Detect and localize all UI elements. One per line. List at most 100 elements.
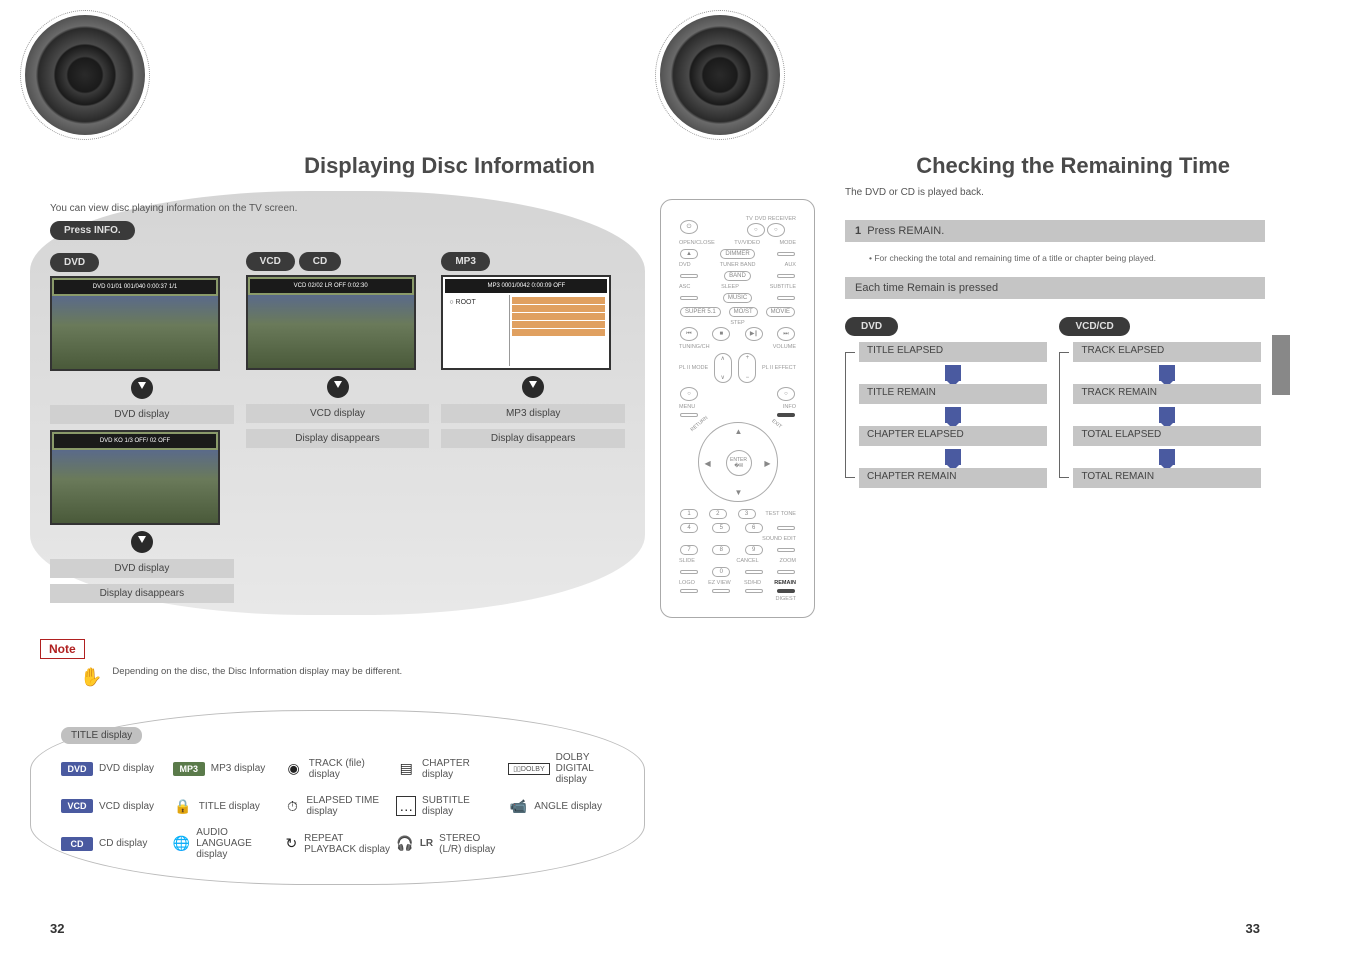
note-text: ✋ Depending on the disc, the Disc Inform… bbox=[80, 665, 655, 690]
dpad-down[interactable]: ▼ bbox=[735, 488, 743, 497]
sdhd-label: SD/HD bbox=[744, 580, 761, 586]
music-button[interactable]: MUSIC bbox=[723, 293, 752, 303]
next-button[interactable]: ⏭ bbox=[777, 327, 795, 341]
num6-button[interactable]: 6 bbox=[745, 523, 763, 533]
sdhd-button[interactable] bbox=[745, 589, 763, 593]
seq-item: TITLE ELAPSED bbox=[859, 342, 1047, 362]
remain-button[interactable] bbox=[777, 589, 795, 593]
down-arrow-icon bbox=[131, 531, 153, 553]
num1-button[interactable]: 1 bbox=[680, 509, 698, 519]
down-arrow-icon bbox=[522, 376, 544, 398]
note-content: Depending on the disc, the Disc Informat… bbox=[112, 665, 402, 690]
legend-elapsed: ELAPSED TIME display bbox=[306, 795, 390, 817]
info-label: INFO bbox=[783, 404, 796, 410]
volume-rocker[interactable]: +− bbox=[738, 353, 756, 383]
disappear-label: Display disappears bbox=[441, 429, 625, 448]
num2-button[interactable]: 2 bbox=[709, 509, 727, 519]
play-button[interactable]: ▶∥ bbox=[745, 327, 763, 341]
movie-button[interactable]: MOVIE bbox=[766, 307, 795, 317]
chapter-icon: ▤ bbox=[396, 759, 416, 779]
dvdrecv-label: DVD RECEIVER bbox=[755, 216, 796, 222]
seq-item: TOTAL REMAIN bbox=[1073, 468, 1261, 488]
dpad-left[interactable]: ◀ bbox=[705, 459, 711, 468]
dvd-button[interactable] bbox=[680, 274, 698, 278]
num0-button[interactable]: 0 bbox=[712, 567, 730, 577]
legend-angle: ANGLE display bbox=[534, 801, 602, 812]
mode-button[interactable] bbox=[777, 252, 795, 256]
cd-sequence: VCD/CD TRACK ELAPSED TRACK REMAIN TOTAL … bbox=[1059, 311, 1261, 494]
panel-intro: You can view disc playing information on… bbox=[50, 203, 625, 214]
prev-button[interactable]: ⏮ bbox=[680, 327, 698, 341]
step-pill: Press INFO. bbox=[50, 221, 135, 240]
volume-label: VOLUME bbox=[773, 344, 796, 350]
cd-pill: CD bbox=[299, 252, 341, 271]
most-button[interactable]: MO/ST bbox=[729, 307, 758, 317]
title-icon: 🔒 bbox=[173, 796, 193, 816]
dimmer-button[interactable]: DIMMER bbox=[720, 249, 754, 259]
legend-subtitle: SUBTITLE display bbox=[422, 795, 502, 817]
ezview-button[interactable] bbox=[712, 589, 730, 593]
dpad-right[interactable]: ▶ bbox=[764, 459, 770, 468]
dvd-label-1: DVD display bbox=[50, 405, 234, 424]
dvd-pill: DVD bbox=[50, 253, 99, 272]
soundedit-label: SOUND EDIT bbox=[762, 536, 796, 542]
dpad-up[interactable]: ▲ bbox=[735, 427, 743, 436]
num4-button[interactable]: 4 bbox=[680, 523, 698, 533]
seq-arrow-icon bbox=[1159, 365, 1175, 381]
band-button[interactable]: BAND bbox=[724, 271, 751, 281]
subtitle-label: SUBTITLE bbox=[770, 284, 796, 290]
step-1: 1 Press REMAIN. bbox=[845, 220, 1265, 242]
openclose-label: OPEN/CLOSE bbox=[679, 240, 715, 246]
dpad[interactable]: ▲ ▼ ◀ ▶ ENTER�łłł RETURN EXIT bbox=[698, 422, 778, 502]
zoom-button[interactable] bbox=[777, 570, 795, 574]
dvd-led: ○ bbox=[767, 223, 785, 237]
seq-item: TITLE REMAIN bbox=[859, 384, 1047, 404]
pl2mode-button[interactable]: ○ bbox=[680, 387, 698, 401]
seq-arrow-icon bbox=[945, 365, 961, 381]
aux-button[interactable] bbox=[777, 274, 795, 278]
vcd-label: VCD display bbox=[246, 404, 430, 423]
num3-button[interactable]: 3 bbox=[738, 509, 756, 519]
info-button[interactable] bbox=[777, 413, 795, 417]
page-number: 33 bbox=[1246, 921, 1260, 936]
num7-button[interactable]: 7 bbox=[680, 545, 698, 555]
dvd-label: DVD bbox=[679, 262, 691, 268]
num5-button[interactable]: 5 bbox=[712, 523, 730, 533]
stereo-icon: 🎧 bbox=[396, 834, 413, 854]
cancel-button[interactable] bbox=[745, 570, 763, 574]
seq-item: TRACK REMAIN bbox=[1073, 384, 1261, 404]
num8-button[interactable]: 8 bbox=[712, 545, 730, 555]
step1-sub: • For checking the total and remaining t… bbox=[869, 252, 1241, 265]
soundedit-button[interactable] bbox=[777, 548, 795, 552]
page-title: Displaying Disc Information bbox=[20, 153, 655, 179]
audiolang-icon: 🌐 bbox=[173, 834, 190, 854]
pl2effect-button[interactable]: ○ bbox=[777, 387, 795, 401]
num9-button[interactable]: 9 bbox=[745, 545, 763, 555]
legend-cd: CD display bbox=[99, 838, 147, 849]
speaker-graphic bbox=[25, 15, 145, 135]
menu-button[interactable] bbox=[680, 413, 698, 417]
seq-item: TRACK ELAPSED bbox=[1073, 342, 1261, 362]
pl2mode-label: PL II MODE bbox=[679, 365, 708, 371]
stop-button[interactable]: ■ bbox=[712, 327, 730, 341]
dvd-sequence: DVD TITLE ELAPSED TITLE REMAIN CHAPTER E… bbox=[845, 311, 1047, 494]
elapsed-icon: ⏱ bbox=[285, 796, 301, 816]
testtone-button[interactable] bbox=[777, 526, 795, 530]
tuning-rocker[interactable]: ∧∨ bbox=[714, 353, 732, 383]
enter-button[interactable]: ENTER�łłł bbox=[726, 450, 752, 476]
mp3-root-label: ROOT bbox=[456, 299, 476, 306]
aux-label: AUX bbox=[785, 262, 796, 268]
testtone-label: TEST TONE bbox=[765, 511, 796, 517]
logo-button[interactable] bbox=[680, 589, 698, 593]
asc-button[interactable] bbox=[680, 296, 698, 300]
mp3-list: ○ ROOT bbox=[445, 295, 607, 366]
cancel-label: CANCEL bbox=[736, 558, 758, 564]
subtitle-button[interactable] bbox=[777, 296, 795, 300]
openclose-button[interactable]: ▲ bbox=[680, 249, 698, 259]
slide-button[interactable] bbox=[680, 570, 698, 574]
step1-text: Press REMAIN. bbox=[867, 225, 944, 237]
power-button[interactable]: ⏻ bbox=[680, 220, 698, 234]
loop-bracket bbox=[1059, 352, 1069, 478]
digest-label: DIGEST bbox=[679, 596, 796, 602]
super51-button[interactable]: SUPER 5.1 bbox=[680, 307, 721, 317]
